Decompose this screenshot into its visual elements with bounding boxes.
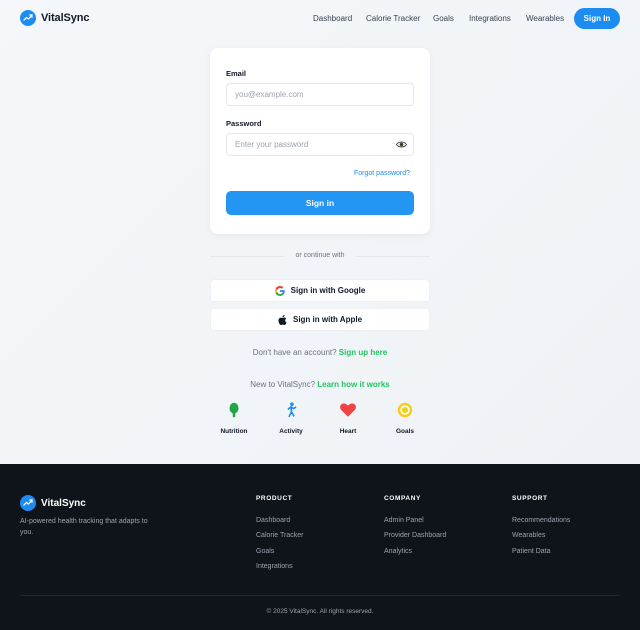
password-label: Password — [226, 119, 262, 128]
feature-goals: Goals — [385, 401, 425, 435]
target-icon — [397, 402, 413, 418]
footer-col-title-support: SUPPORT — [512, 495, 548, 502]
footer-col-title-company: COMPANY — [384, 495, 421, 502]
feature-activity: Activity — [271, 401, 311, 435]
google-sign-in-button[interactable]: Sign in with Google — [210, 279, 430, 302]
apple-icon — [278, 314, 287, 325]
show-password-eye-icon[interactable] — [396, 139, 407, 150]
footer-link-goals[interactable]: Goals — [256, 548, 274, 555]
footer-copyright: © 2025 VitalSync. All rights reserved. — [266, 608, 374, 615]
feature-label-nutrition: Nutrition — [220, 428, 248, 435]
nav-integrations[interactable]: Integrations — [469, 14, 511, 23]
brand-name: VitalSync — [41, 12, 90, 24]
feature-label-activity: Activity — [279, 428, 303, 435]
footer-link-analytics[interactable]: Analytics — [384, 548, 412, 555]
divider-text: or continue with — [295, 252, 345, 259]
footer-divider — [20, 595, 620, 596]
pulse-logo-icon — [20, 10, 36, 26]
footer-link-recommendations[interactable]: Recommendations — [512, 517, 570, 524]
learn-line: New to VitalSync? Learn how it works — [210, 380, 430, 389]
footer-link-provider-dashboard[interactable]: Provider Dashboard — [384, 532, 446, 539]
footer-brand-logo[interactable]: VitalSync — [20, 495, 86, 511]
signup-line: Don't have an account? Sign up here — [210, 348, 430, 357]
apple-sign-in-button[interactable]: Sign in with Apple — [210, 308, 430, 331]
feature-label-goals: Goals — [395, 428, 415, 435]
learn-how-link[interactable]: Learn how it works — [317, 380, 389, 389]
feature-heart: Heart — [328, 401, 368, 435]
footer-link-admin-panel[interactable]: Admin Panel — [384, 517, 424, 524]
main-area: VitalSync Dashboard Calorie Tracker Goal… — [0, 0, 640, 464]
feature-nutrition: Nutrition — [214, 401, 254, 435]
sign-up-link[interactable]: Sign up here — [339, 348, 387, 357]
footer-pulse-logo-icon — [20, 495, 36, 511]
footer-brand-name: VitalSync — [41, 497, 86, 509]
signup-prompt: Don't have an account? — [252, 348, 337, 357]
learn-prompt: New to VitalSync? — [250, 380, 316, 389]
sign-in-submit-button[interactable]: Sign in — [226, 191, 414, 215]
email-field[interactable] — [226, 83, 414, 106]
footer-col-title-product: PRODUCT — [256, 495, 293, 502]
brand-logo[interactable]: VitalSync — [20, 10, 90, 26]
apple-sign-in-label: Sign in with Apple — [292, 315, 363, 324]
nav-goals[interactable]: Goals — [433, 14, 454, 23]
footer-tagline: AI-powered health tracking that adapts t… — [20, 518, 148, 536]
header-sign-in-button[interactable]: Sign In — [574, 8, 620, 29]
footer-link-dashboard[interactable]: Dashboard — [256, 517, 290, 524]
password-field[interactable] — [226, 133, 414, 156]
nav-calorie-tracker[interactable]: Calorie Tracker — [366, 14, 420, 23]
forgot-password-link[interactable]: Forgot password? — [354, 170, 410, 177]
top-header: VitalSync Dashboard Calorie Tracker Goal… — [0, 0, 640, 36]
nav-wearables[interactable]: Wearables — [526, 14, 564, 23]
nav-dashboard[interactable]: Dashboard — [313, 14, 352, 23]
footer-link-patient-data[interactable]: Patient Data — [512, 548, 551, 555]
google-icon — [274, 285, 285, 296]
nutrition-icon — [229, 402, 239, 418]
footer-link-calorie-tracker[interactable]: Calorie Tracker — [256, 532, 303, 539]
footer-link-integrations[interactable]: Integrations — [256, 563, 293, 570]
footer-link-wearables[interactable]: Wearables — [512, 532, 545, 539]
google-sign-in-label: Sign in with Google — [290, 286, 366, 295]
site-footer: VitalSync AI-powered health tracking tha… — [0, 464, 640, 630]
activity-icon — [287, 402, 297, 418]
login-card: Email Password Forgot password? Sign in — [210, 48, 430, 234]
heart-icon — [340, 403, 356, 417]
feature-label-heart: Heart — [339, 428, 357, 435]
email-label: Email — [226, 69, 247, 78]
